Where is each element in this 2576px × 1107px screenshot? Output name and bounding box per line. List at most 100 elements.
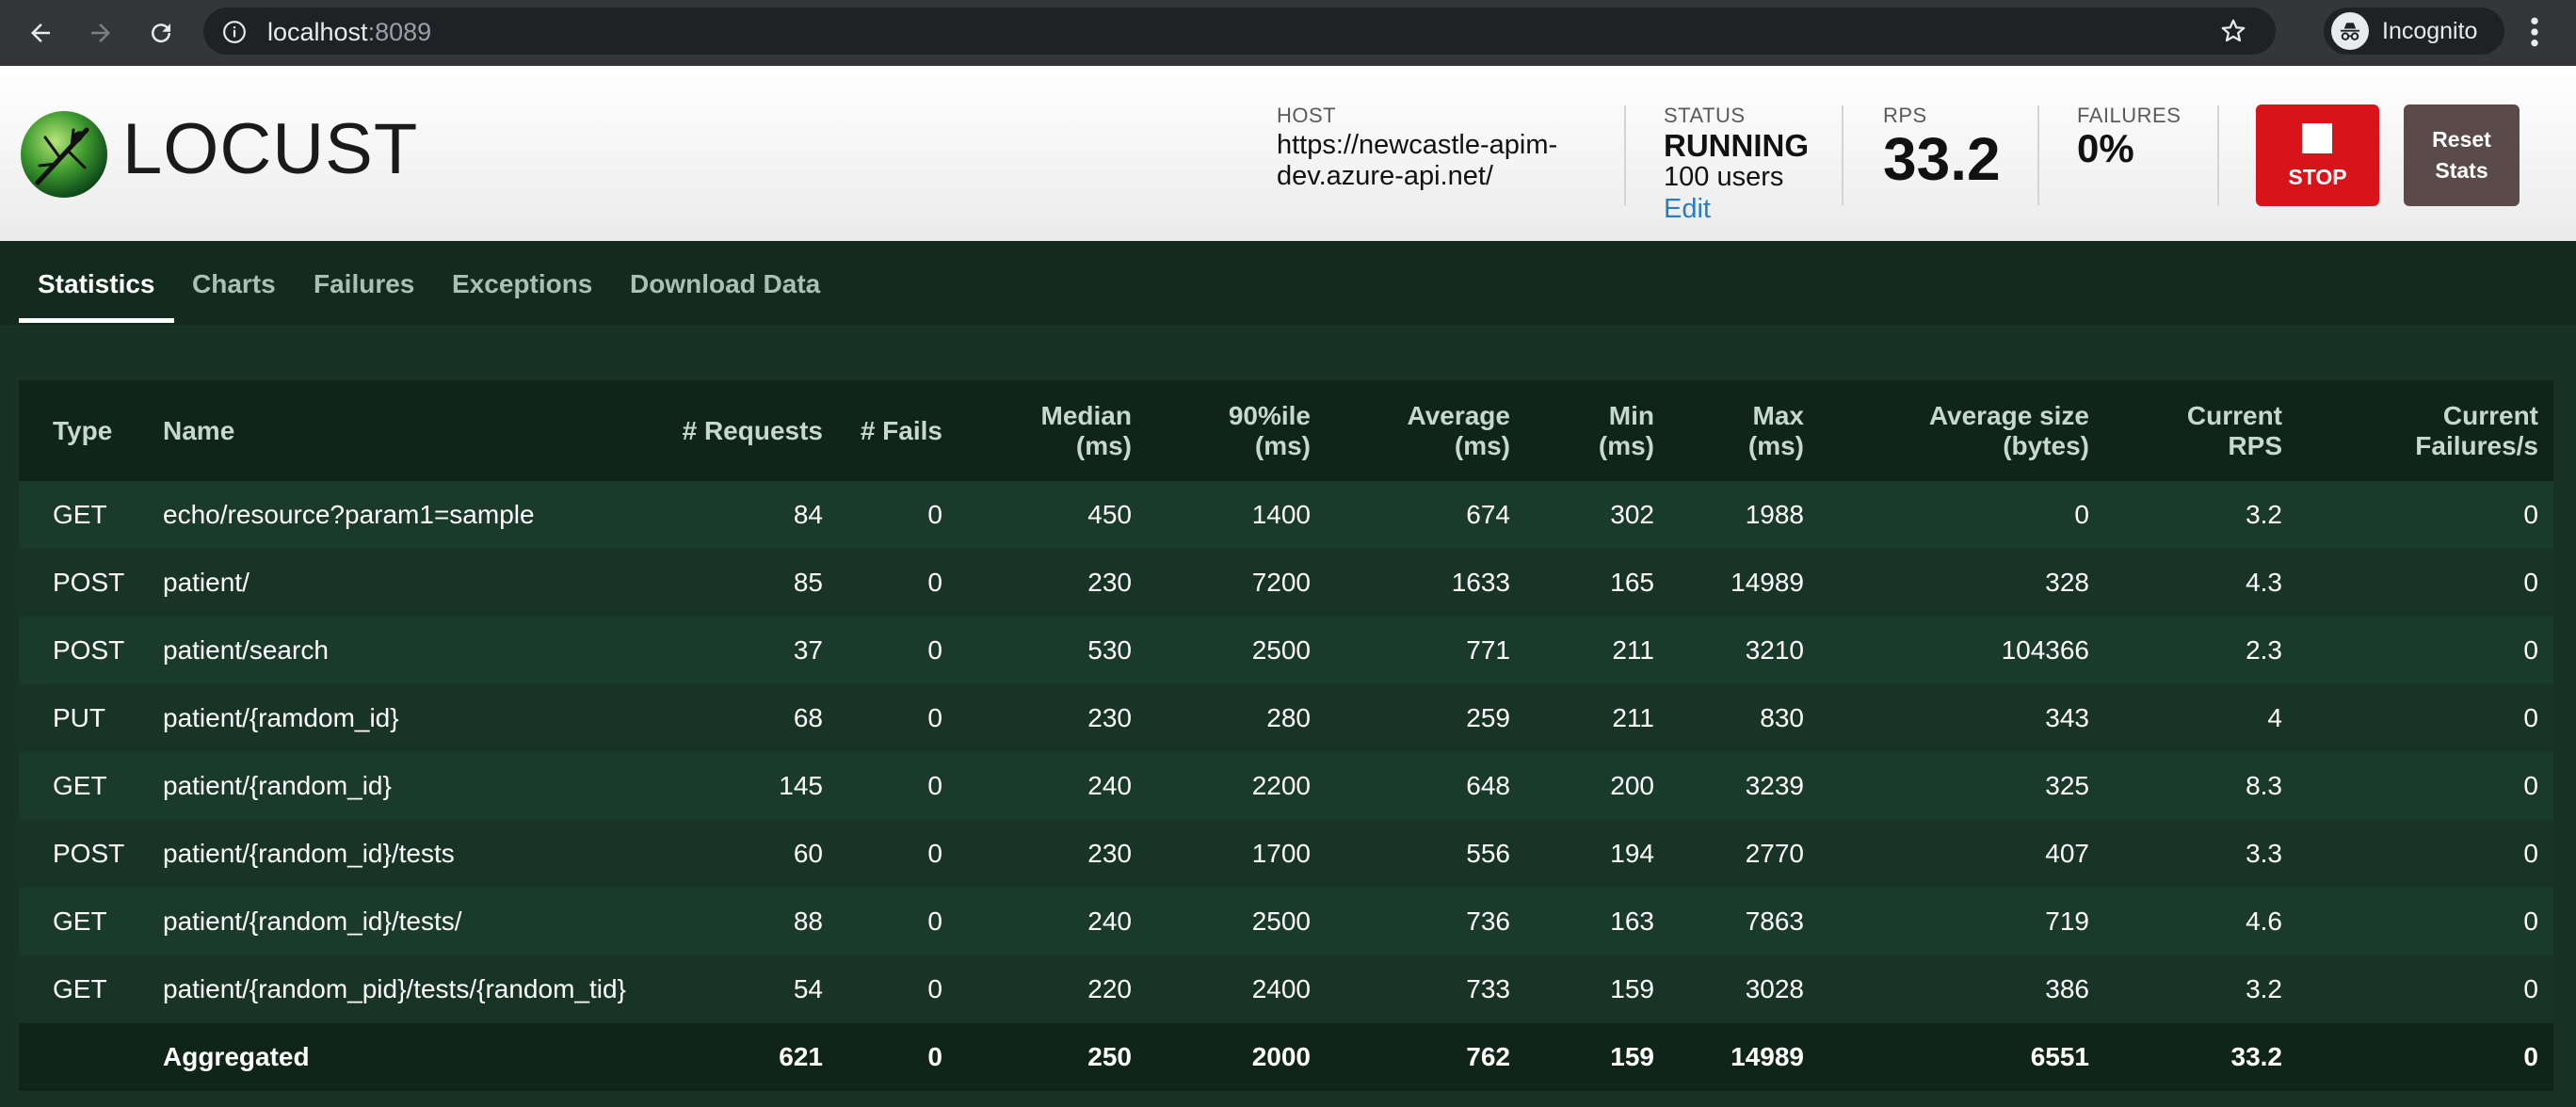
table-row: POST patient/85 0 230 7200 1633 165 14989 328 4.3… [19, 549, 2553, 617]
tab-download-data[interactable]: Download Data [630, 269, 820, 299]
cell-current-rps: 4.3 [2089, 549, 2282, 617]
col-header-name[interactable]: Name [163, 380, 650, 481]
cell-max: 3239 [1654, 752, 1804, 820]
divider [2217, 105, 2219, 205]
col-header-requests[interactable]: # Requests [650, 380, 823, 481]
cell-current-rps: 3.2 [2089, 481, 2282, 549]
cell-fails: 0 [823, 549, 942, 617]
cell-avg-size: 407 [1804, 820, 2089, 888]
edit-users-link[interactable]: Edit [1664, 194, 1711, 225]
tab-failures[interactable]: Failures [314, 269, 414, 299]
cell-name: patient/{random_pid}/tests/{random_tid} [163, 955, 650, 1023]
cell-requests: 85 [650, 549, 823, 617]
col-header-avg-size[interactable]: Average size (bytes) [1804, 380, 2089, 481]
cell-current-failures: 0 [2282, 955, 2553, 1023]
table-row: GET patient/{random_id} 145 0 240 2200 648 200 3… [19, 752, 2553, 820]
reset-label-line1: Reset [2432, 127, 2491, 152]
col-header-90pct[interactable]: 90%ile (ms) [1132, 380, 1311, 481]
cell-current-failures: 0 [2282, 820, 2553, 888]
cell-average: 762 [1311, 1023, 1510, 1091]
cell-fails: 0 [823, 820, 942, 888]
cell-min: 302 [1510, 481, 1654, 549]
cell-current-rps: 4.6 [2089, 888, 2282, 955]
cell-avg-size: 6551 [1804, 1023, 2089, 1091]
locust-logo-icon [19, 109, 109, 200]
cell-name: Aggregated [163, 1023, 650, 1091]
cell-average: 736 [1311, 888, 1510, 955]
col-header-min[interactable]: Min (ms) [1510, 380, 1654, 481]
cell-max: 3210 [1654, 617, 1804, 684]
cell-name: echo/resource?param1=sample [163, 481, 650, 549]
table-row: GET echo/resource?param1=sample 84 0 450 1400… [19, 481, 2553, 549]
cell-current-rps: 3.3 [2089, 820, 2282, 888]
cell-min: 165 [1510, 549, 1654, 617]
incognito-badge[interactable]: Incognito [2324, 8, 2504, 55]
table-row: POST patient/{random_id}/tests 60 0 230 1700 5… [19, 820, 2553, 888]
tab-exceptions[interactable]: Exceptions [452, 269, 592, 299]
cell-average: 733 [1311, 955, 1510, 1023]
reset-label-line2: Stats [2435, 158, 2488, 183]
cell-current-rps: 4 [2089, 684, 2282, 752]
cell-max: 3028 [1654, 955, 1804, 1023]
statistics-table: Type Name # Requests # Fails Median (ms) … [19, 380, 2553, 1096]
host-label: HOST [1277, 104, 1337, 127]
cell-p90: 7200 [1132, 549, 1311, 617]
failures-label: FAILURES [2077, 104, 2182, 127]
back-icon[interactable] [21, 13, 60, 53]
col-header-max[interactable]: Max (ms) [1654, 380, 1804, 481]
cell-max: 830 [1654, 684, 1804, 752]
cell-min: 159 [1510, 1023, 1654, 1091]
cell-type: POST [19, 820, 163, 888]
cell-avg-size: 386 [1804, 955, 2089, 1023]
tab-statistics[interactable]: Statistics [38, 269, 155, 299]
cell-median: 250 [942, 1023, 1132, 1091]
cell-average: 674 [1311, 481, 1510, 549]
col-header-fails[interactable]: # Fails [823, 380, 942, 481]
bookmark-star-icon[interactable] [2219, 17, 2247, 50]
cell-requests: 54 [650, 955, 823, 1023]
cell-average: 1633 [1311, 549, 1510, 617]
col-header-current-rps[interactable]: Current RPS [2089, 380, 2282, 481]
cell-median: 230 [942, 549, 1132, 617]
info-icon[interactable] [222, 20, 247, 49]
tab-charts[interactable]: Charts [192, 269, 276, 299]
table-row: GET patient/{random_pid}/tests/{random_ti… [19, 955, 2553, 1023]
cell-requests: 60 [650, 820, 823, 888]
col-header-type[interactable]: Type [19, 380, 163, 481]
cell-median: 220 [942, 955, 1132, 1023]
cell-current-failures: 0 [2282, 752, 2553, 820]
cell-max: 7863 [1654, 888, 1804, 955]
divider [1842, 105, 1843, 205]
table-row: POST patient/search 37 0 530 2500 771 211 3210 10… [19, 617, 2553, 684]
cell-p90: 2000 [1132, 1023, 1311, 1091]
cell-avg-size: 328 [1804, 549, 2089, 617]
cell-current-failures: 0 [2282, 617, 2553, 684]
cell-requests: 37 [650, 617, 823, 684]
cell-average: 259 [1311, 684, 1510, 752]
cell-median: 230 [942, 820, 1132, 888]
reload-icon[interactable] [141, 13, 181, 53]
cell-avg-size: 0 [1804, 481, 2089, 549]
cell-name: patient/{random_id}/tests/ [163, 888, 650, 955]
tab-bar: Statistics Charts Failures Exceptions Do… [0, 241, 2576, 325]
cell-fails: 0 [823, 481, 942, 549]
col-header-current-failures[interactable]: Current Failures/s [2282, 380, 2553, 481]
browser-menu-icon[interactable] [2525, 13, 2544, 56]
cell-avg-size: 325 [1804, 752, 2089, 820]
table-row: GET patient/{random_id}/tests/88 0 240 2500 7… [19, 888, 2553, 955]
divider [2037, 105, 2039, 205]
host-value: https://newcastle-apim-dev.azure-api.net… [1277, 130, 1558, 191]
cell-fails: 0 [823, 888, 942, 955]
cell-max: 14989 [1654, 549, 1804, 617]
cell-type: GET [19, 888, 163, 955]
stop-button[interactable]: STOP [2256, 104, 2379, 206]
cell-average: 556 [1311, 820, 1510, 888]
col-header-average[interactable]: Average (ms) [1311, 380, 1510, 481]
address-bar[interactable]: localhost:8089 [203, 8, 2276, 55]
cell-min: 211 [1510, 684, 1654, 752]
col-header-median[interactable]: Median (ms) [942, 380, 1132, 481]
forward-icon[interactable] [81, 13, 121, 53]
cell-current-failures: 0 [2282, 888, 2553, 955]
reset-stats-button[interactable]: Reset Stats [2404, 104, 2520, 206]
cell-avg-size: 343 [1804, 684, 2089, 752]
